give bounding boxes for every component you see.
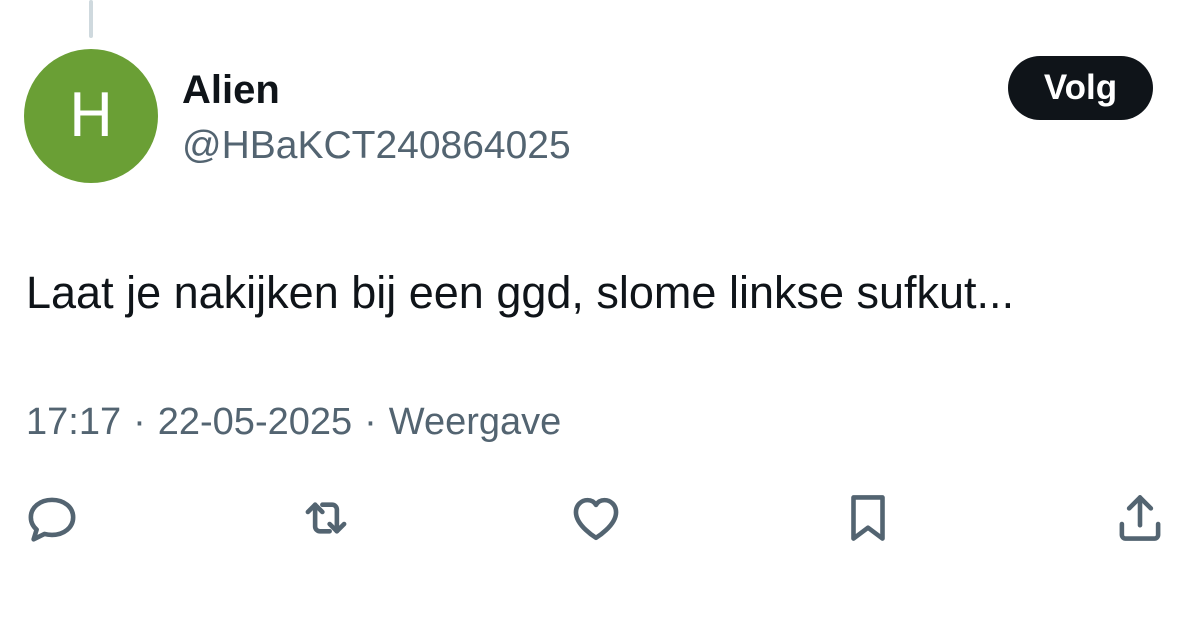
bookmark-icon xyxy=(851,495,885,541)
heart-icon xyxy=(573,497,619,541)
reply-button[interactable] xyxy=(22,488,82,548)
meta-separator: · xyxy=(364,401,377,443)
avatar[interactable]: H xyxy=(24,49,158,183)
avatar-letter: H xyxy=(68,81,114,151)
like-button[interactable] xyxy=(566,488,626,548)
reply-icon xyxy=(28,497,76,542)
meta-separator: · xyxy=(133,401,146,443)
author-display-name[interactable]: Alien xyxy=(182,68,280,112)
follow-button[interactable]: Volg xyxy=(1008,56,1153,120)
tweet-date[interactable]: 22-05-2025 xyxy=(158,401,352,443)
tweet-text: Laat je nakijken bij een ggd, slome link… xyxy=(26,267,1015,318)
share-icon xyxy=(1119,495,1161,541)
tweet-meta: 17:17 · 22-05-2025 · Weergave xyxy=(26,398,561,446)
views-label[interactable]: Weergave xyxy=(389,401,562,443)
author-handle[interactable]: @HBaKCT240864025 xyxy=(182,124,571,168)
bookmark-button[interactable] xyxy=(838,488,898,548)
repost-icon xyxy=(305,502,347,534)
repost-button[interactable] xyxy=(296,488,356,548)
thread-connector-line xyxy=(89,0,93,38)
tweet-time[interactable]: 17:17 xyxy=(26,401,121,443)
share-button[interactable] xyxy=(1110,488,1170,548)
